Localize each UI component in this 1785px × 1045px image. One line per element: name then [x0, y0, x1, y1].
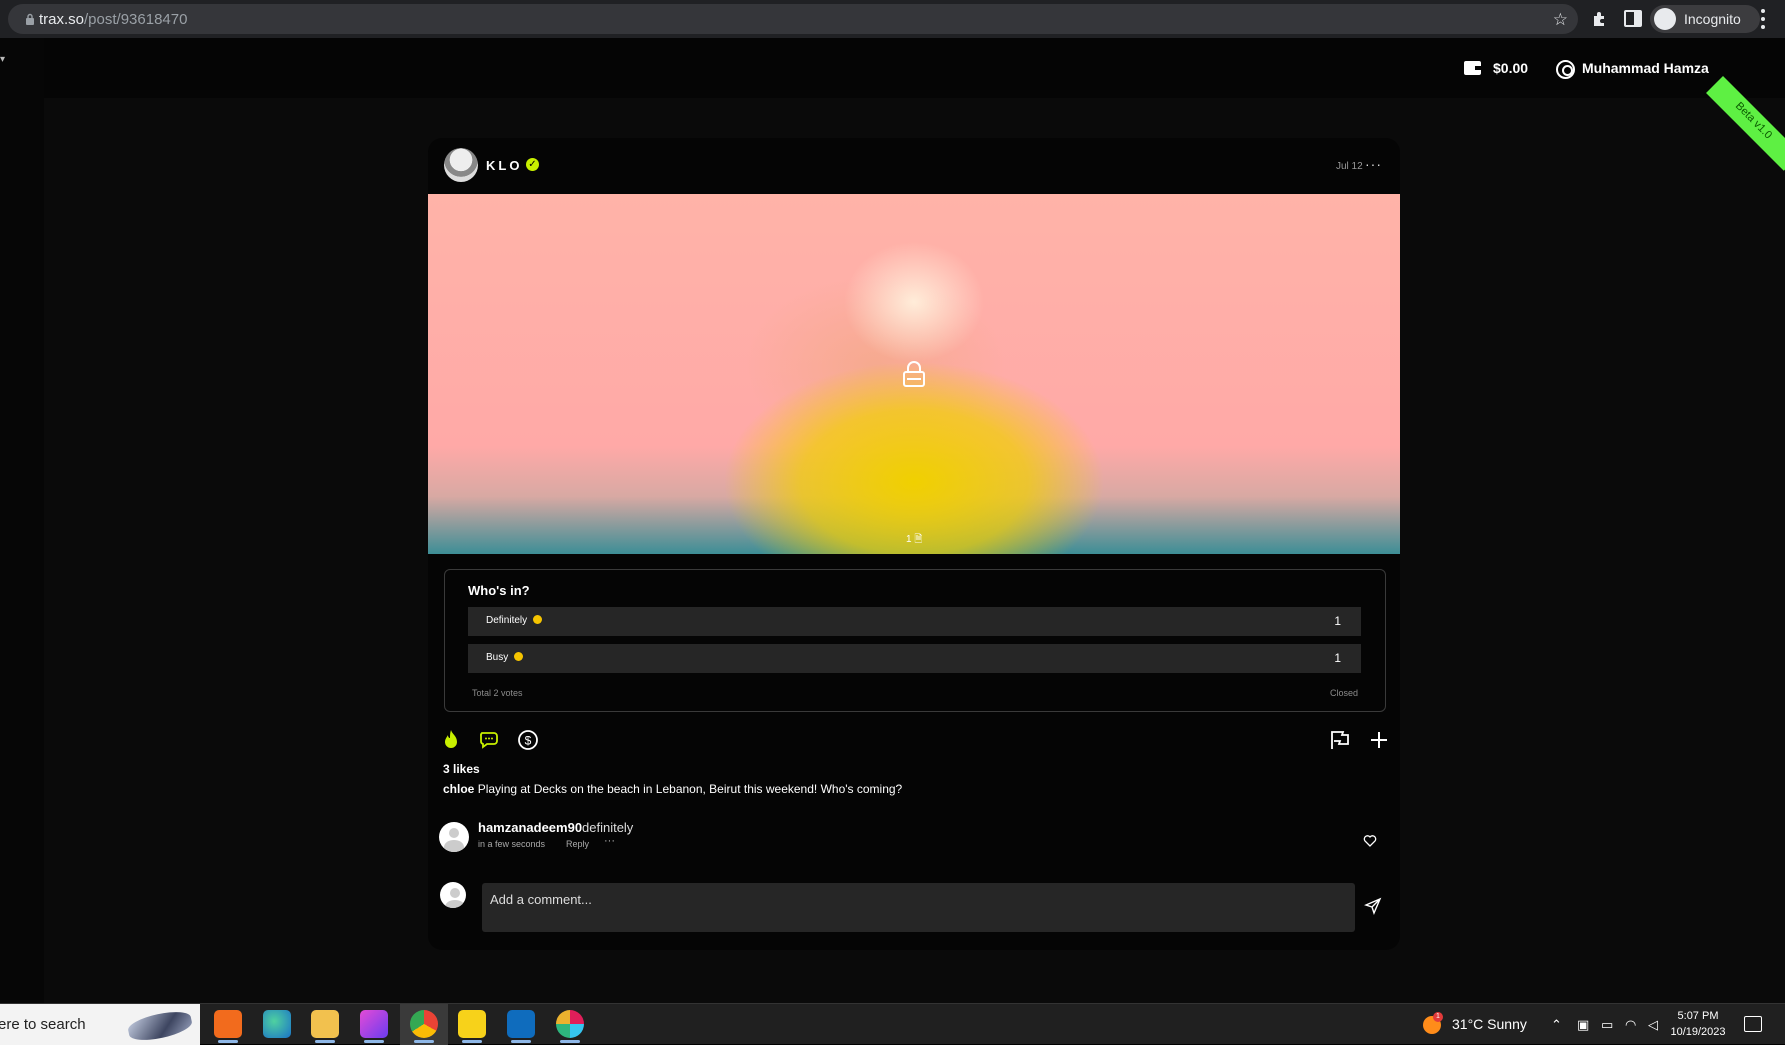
poll-option-count: 1 — [1334, 651, 1341, 665]
app-root: ▾ $0.00 Muhammad Hamza Beta v1.0 KLO ✓ J… — [0, 38, 1785, 1003]
caption-author[interactable]: chloe — [443, 782, 474, 796]
user-icon[interactable] — [1556, 60, 1575, 79]
sidebar-caret-icon[interactable]: ▾ — [0, 54, 5, 65]
meet-icon[interactable]: ▣ — [1577, 1017, 1589, 1033]
comment-input[interactable] — [482, 883, 1355, 932]
username-label[interactable]: Muhammad Hamza — [1582, 60, 1709, 76]
volume-icon[interactable]: ◁ — [1648, 1017, 1658, 1033]
poll-total: Total 2 votes — [472, 688, 523, 698]
file-explorer-icon[interactable] — [311, 1010, 339, 1043]
extensions-icon[interactable] — [1590, 9, 1610, 29]
edge-icon[interactable] — [263, 1010, 291, 1038]
reply-button[interactable]: Reply — [566, 839, 589, 849]
phpstorm-icon[interactable] — [360, 1010, 388, 1043]
flag-icon[interactable] — [1328, 728, 1352, 752]
clock[interactable]: 5:07 PM 10/19/2023 — [1668, 1008, 1728, 1040]
clock-date: 10/19/2023 — [1670, 1026, 1726, 1038]
notification-icon[interactable] — [1744, 1016, 1762, 1032]
wallet-balance[interactable]: $0.00 — [1493, 60, 1528, 76]
incognito-icon — [1654, 8, 1676, 30]
comment-icon[interactable] — [478, 728, 502, 752]
tray-overflow-icon[interactable]: ⌃ — [1551, 1017, 1562, 1033]
lock-icon — [903, 361, 925, 387]
tip-dollar-icon[interactable]: $ — [516, 728, 540, 752]
poll-title: Who's in? — [468, 583, 530, 598]
xampp-icon[interactable] — [214, 1010, 242, 1043]
post-date: Jul 12 — [1336, 161, 1363, 172]
top-bar: $0.00 Muhammad Hamza — [44, 38, 1785, 98]
document-icon: 🗎 — [914, 534, 923, 545]
browser-toolbar: trax.so/post/93618470 ☆ Incognito — [0, 0, 1785, 38]
left-sidebar: ▾ — [0, 38, 44, 1003]
current-user-avatar — [440, 882, 466, 908]
author-avatar[interactable] — [444, 148, 478, 182]
incognito-label: Incognito — [1684, 11, 1741, 27]
post-card: KLO ✓ Jul 12 ··· 1 🗎 Who's in? Definitel… — [428, 138, 1400, 950]
bookmark-star-icon[interactable]: ☆ — [1553, 10, 1568, 30]
media-count: 1 🗎 — [906, 532, 922, 549]
fire-icon[interactable] — [439, 728, 463, 752]
emoji-icon — [514, 652, 524, 661]
send-icon[interactable] — [1364, 897, 1382, 915]
poll-status: Closed — [1329, 688, 1358, 698]
browser-menu-icon[interactable] — [1760, 9, 1766, 29]
clock-time: 5:07 PM — [1677, 1010, 1719, 1022]
chrome-icon[interactable] — [410, 1010, 438, 1043]
taskbar-search[interactable]: ere to search — [0, 1004, 200, 1045]
weather-text[interactable]: 31°C Sunny — [1452, 1016, 1527, 1032]
poll-option-label: Definitely — [486, 615, 528, 626]
weather-badge: 1 — [1433, 1012, 1443, 1022]
comment-time: in a few seconds — [478, 839, 546, 849]
plus-icon[interactable] — [1367, 728, 1391, 752]
author-name[interactable]: KLO — [486, 158, 522, 173]
slack-icon[interactable] — [556, 1010, 584, 1043]
poll: Who's in? Definitely 1 Busy 1 Total 2 vo… — [444, 569, 1386, 712]
url-path: /post/93618470 — [84, 11, 188, 28]
emoji-icon — [533, 615, 543, 624]
heart-icon[interactable] — [1363, 834, 1377, 848]
battery-icon[interactable]: ▭ — [1601, 1017, 1613, 1033]
caption-text: Playing at Decks on the beach in Lebanon… — [477, 782, 903, 796]
verified-badge-icon: ✓ — [526, 158, 539, 171]
poll-option-label-wrap: Definitely — [486, 615, 543, 626]
wifi-icon[interactable]: ◠ — [1625, 1017, 1636, 1033]
incognito-badge[interactable]: Incognito — [1650, 5, 1760, 33]
poll-option-count: 1 — [1334, 614, 1341, 628]
search-highlight-image — [126, 1007, 194, 1045]
address-bar[interactable]: trax.so/post/93618470 ☆ — [8, 4, 1578, 34]
svg-text:$: $ — [525, 734, 532, 748]
wallet-icon[interactable] — [1464, 61, 1481, 75]
post-options-icon[interactable]: ··· — [1365, 156, 1382, 172]
beta-label: Beta v1.0 — [1732, 100, 1775, 142]
poll-option-label: Busy — [486, 652, 509, 663]
search-placeholder: ere to search — [0, 1016, 86, 1033]
outlook-icon[interactable] — [507, 1010, 535, 1043]
comment-text: definitely — [582, 820, 634, 835]
locked-media[interactable]: 1 🗎 — [428, 194, 1400, 554]
commenter-avatar[interactable] — [439, 822, 469, 852]
poll-option-definitely[interactable]: Definitely 1 — [468, 607, 1361, 636]
poll-option-label-wrap: Busy — [486, 652, 524, 663]
url-domain: trax.so — [39, 11, 85, 28]
post-caption: chloe Playing at Decks on the beach in L… — [443, 782, 902, 796]
likes-count[interactable]: 3 likes — [443, 762, 480, 776]
sticky-notes-icon[interactable] — [458, 1010, 486, 1043]
url-text[interactable]: trax.so/post/93618470 — [39, 11, 187, 28]
comment-options-icon[interactable]: ··· — [604, 835, 615, 847]
comment-username[interactable]: hamzanadeem90 — [478, 820, 582, 835]
media-count-value: 1 — [906, 534, 912, 545]
taskbar: ere to search 1 31°C Sunny ⌃ ▣ ▭ ◠ ◁ 5:0… — [0, 1003, 1785, 1045]
lock-icon — [26, 13, 34, 25]
poll-option-busy[interactable]: Busy 1 — [468, 644, 1361, 673]
side-panel-icon[interactable] — [1624, 10, 1642, 27]
